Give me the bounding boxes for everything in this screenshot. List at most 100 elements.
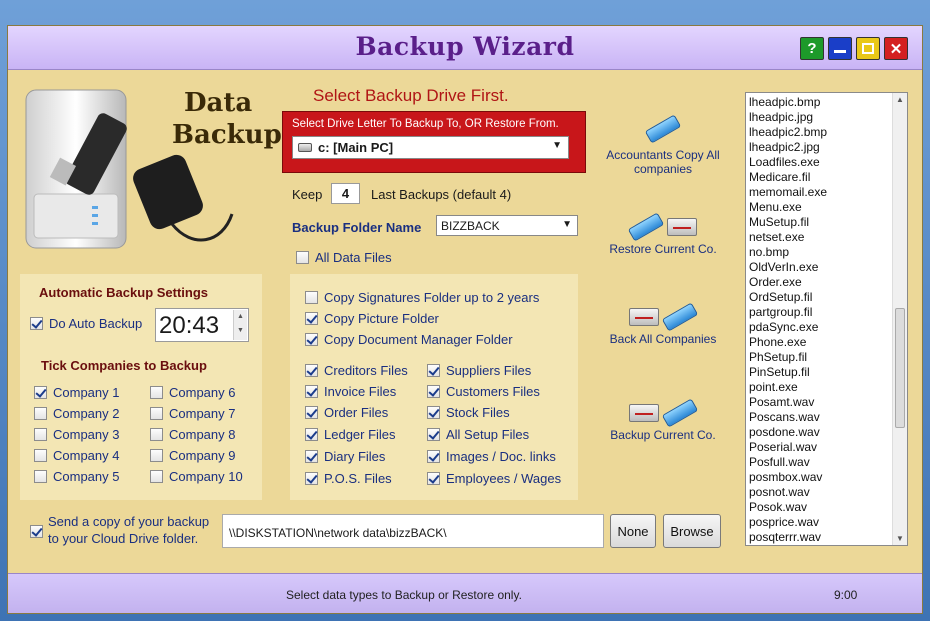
company-checkbox[interactable]: Company 8 <box>150 427 235 442</box>
minimize-button[interactable] <box>828 37 852 60</box>
file-list-item[interactable]: memomail.exe <box>749 185 907 200</box>
company-checkbox[interactable]: Company 3 <box>34 427 119 442</box>
file-list-item[interactable]: Posamt.wav <box>749 395 907 410</box>
company-checkbox[interactable]: Company 7 <box>150 406 235 421</box>
backup-all-button[interactable]: Back All Companies <box>604 302 722 346</box>
file-list-item[interactable]: lheadpic2.jpg <box>749 140 907 155</box>
file-list-item[interactable]: pdaSync.exe <box>749 320 907 335</box>
auto-backup-panel: Automatic Backup Settings Do Auto Backup… <box>20 274 262 500</box>
backup-time-input[interactable]: 20:43 ▲ ▼ <box>155 308 249 342</box>
company-checkbox[interactable]: Company 1 <box>34 385 119 400</box>
scroll-down-icon[interactable]: ▼ <box>896 534 904 543</box>
option-label: Invoice Files <box>324 384 397 399</box>
checkbox-box <box>296 251 309 264</box>
folder-option-checkbox[interactable]: Copy Document Manager Folder <box>305 332 513 347</box>
file-list-item[interactable]: lheadpic.bmp <box>749 95 907 110</box>
usb-icon <box>661 302 699 332</box>
auto-backup-heading: Automatic Backup Settings <box>39 285 209 300</box>
backup-wizard-frame: Backup Wizard ? ✕ Data Backup Select Bac… <box>7 25 923 614</box>
file-list[interactable]: lheadpic.bmp lheadpic.jpg lheadpic2.bmp lhe… <box>745 92 908 546</box>
file-option-checkbox[interactable]: Diary Files <box>305 449 385 464</box>
file-option-checkbox[interactable]: Images / Doc. links <box>427 449 556 464</box>
file-list-item[interactable]: Poserial.wav <box>749 440 907 455</box>
file-list-item[interactable]: posdone.wav <box>749 425 907 440</box>
file-list-item[interactable]: PhSetup.fil <box>749 350 907 365</box>
checkbox-box <box>427 450 440 463</box>
company-checkbox[interactable]: Company 2 <box>34 406 119 421</box>
file-list-item[interactable]: Poscans.wav <box>749 410 907 425</box>
company-label: Company 5 <box>53 469 120 484</box>
file-list-item[interactable]: Order.exe <box>749 275 907 290</box>
checkbox-box <box>305 385 318 398</box>
company-label: Company 4 <box>53 448 120 463</box>
file-list-item[interactable]: Posfull.wav <box>749 455 907 470</box>
close-button[interactable]: ✕ <box>884 37 908 60</box>
file-list-scrollbar[interactable]: ▲ ▼ <box>892 93 907 545</box>
drive-dropdown[interactable]: c: [Main PC] ▼ <box>292 136 569 159</box>
file-list-item[interactable]: posprice.wav <box>749 515 907 530</box>
company-checkbox[interactable]: Company 10 <box>150 469 243 484</box>
file-option-checkbox[interactable]: Order Files <box>305 405 388 420</box>
file-list-item[interactable]: MuSetup.fil <box>749 215 907 230</box>
cloud-copy-checkbox[interactable] <box>30 525 43 539</box>
option-label: All Setup Files <box>446 427 530 442</box>
backup-current-button[interactable]: Backup Current Co. <box>604 398 722 442</box>
file-list-item[interactable]: OrdSetup.fil <box>749 290 907 305</box>
file-option-checkbox[interactable]: Customers Files <box>427 384 540 399</box>
checkbox-box <box>305 428 318 441</box>
file-list-item[interactable]: Loadfiles.exe <box>749 155 907 170</box>
window: Backup Wizard ? ✕ Data Backup Select Bac… <box>0 0 930 621</box>
file-list-item[interactable]: no.bmp <box>749 245 907 260</box>
keep-input[interactable]: 4 <box>331 183 360 204</box>
file-list-item[interactable]: OldVerIn.exe <box>749 260 907 275</box>
file-list-item[interactable]: lheadpic.jpg <box>749 110 907 125</box>
file-list-item[interactable]: Medicare.fil <box>749 170 907 185</box>
file-list-item[interactable]: posnot.wav <box>749 485 907 500</box>
do-auto-backup-checkbox[interactable]: Do Auto Backup <box>30 316 142 331</box>
restore-current-button[interactable]: Restore Current Co. <box>604 212 722 256</box>
accountants-copy-button[interactable]: Accountants Copy All companies <box>604 114 722 176</box>
checkbox-box <box>150 449 163 462</box>
backup-folder-dropdown[interactable]: BIZZBACK ▼ <box>436 215 578 236</box>
file-list-item[interactable]: posqterrr.wav <box>749 530 907 545</box>
file-list-item[interactable]: posmbox.wav <box>749 470 907 485</box>
company-label: Company 7 <box>169 406 236 421</box>
file-list-item[interactable]: netset.exe <box>749 230 907 245</box>
checkbox-box <box>34 470 47 483</box>
file-list-item[interactable]: Phone.exe <box>749 335 907 350</box>
folder-option-checkbox[interactable]: Copy Picture Folder <box>305 311 439 326</box>
checkbox-box <box>150 386 163 399</box>
maximize-button[interactable] <box>856 37 880 60</box>
file-list-item[interactable]: partgroup.fil <box>749 305 907 320</box>
folder-option-checkbox[interactable]: Copy Signatures Folder up to 2 years <box>305 290 539 305</box>
file-list-item[interactable]: PinSetup.fil <box>749 365 907 380</box>
file-option-checkbox[interactable]: All Setup Files <box>427 427 529 442</box>
none-button[interactable]: None <box>610 514 656 548</box>
company-checkbox[interactable]: Company 9 <box>150 448 235 463</box>
scroll-thumb[interactable] <box>895 308 905 428</box>
file-list-item[interactable]: lheadpic2.bmp <box>749 125 907 140</box>
cloud-path-input[interactable]: \\DISKSTATION\network data\bizzBACK\ <box>222 514 604 548</box>
file-list-item[interactable]: Posok.wav <box>749 500 907 515</box>
browse-button[interactable]: Browse <box>663 514 721 548</box>
status-bar: Select data types to Backup or Restore o… <box>8 573 922 613</box>
file-option-checkbox[interactable]: Invoice Files <box>305 384 396 399</box>
scroll-up-icon[interactable]: ▲ <box>896 95 904 104</box>
file-option-checkbox[interactable]: Ledger Files <box>305 427 396 442</box>
option-label: Suppliers Files <box>446 363 532 378</box>
file-list-item[interactable]: point.exe <box>749 380 907 395</box>
time-spinner[interactable]: ▲ ▼ <box>233 310 247 340</box>
file-option-checkbox[interactable]: Creditors Files <box>305 363 408 378</box>
file-option-checkbox[interactable]: Employees / Wages <box>427 471 561 486</box>
company-checkbox[interactable]: Company 5 <box>34 469 119 484</box>
checkbox-box <box>305 312 318 325</box>
file-option-checkbox[interactable]: Stock Files <box>427 405 510 420</box>
help-button[interactable]: ? <box>800 37 824 60</box>
do-auto-backup-label: Do Auto Backup <box>49 316 143 331</box>
file-option-checkbox[interactable]: Suppliers Files <box>427 363 531 378</box>
file-list-item[interactable]: Menu.exe <box>749 200 907 215</box>
file-option-checkbox[interactable]: P.O.S. Files <box>305 471 392 486</box>
company-checkbox[interactable]: Company 6 <box>150 385 235 400</box>
all-data-files-checkbox[interactable]: All Data Files <box>296 250 392 265</box>
company-checkbox[interactable]: Company 4 <box>34 448 119 463</box>
